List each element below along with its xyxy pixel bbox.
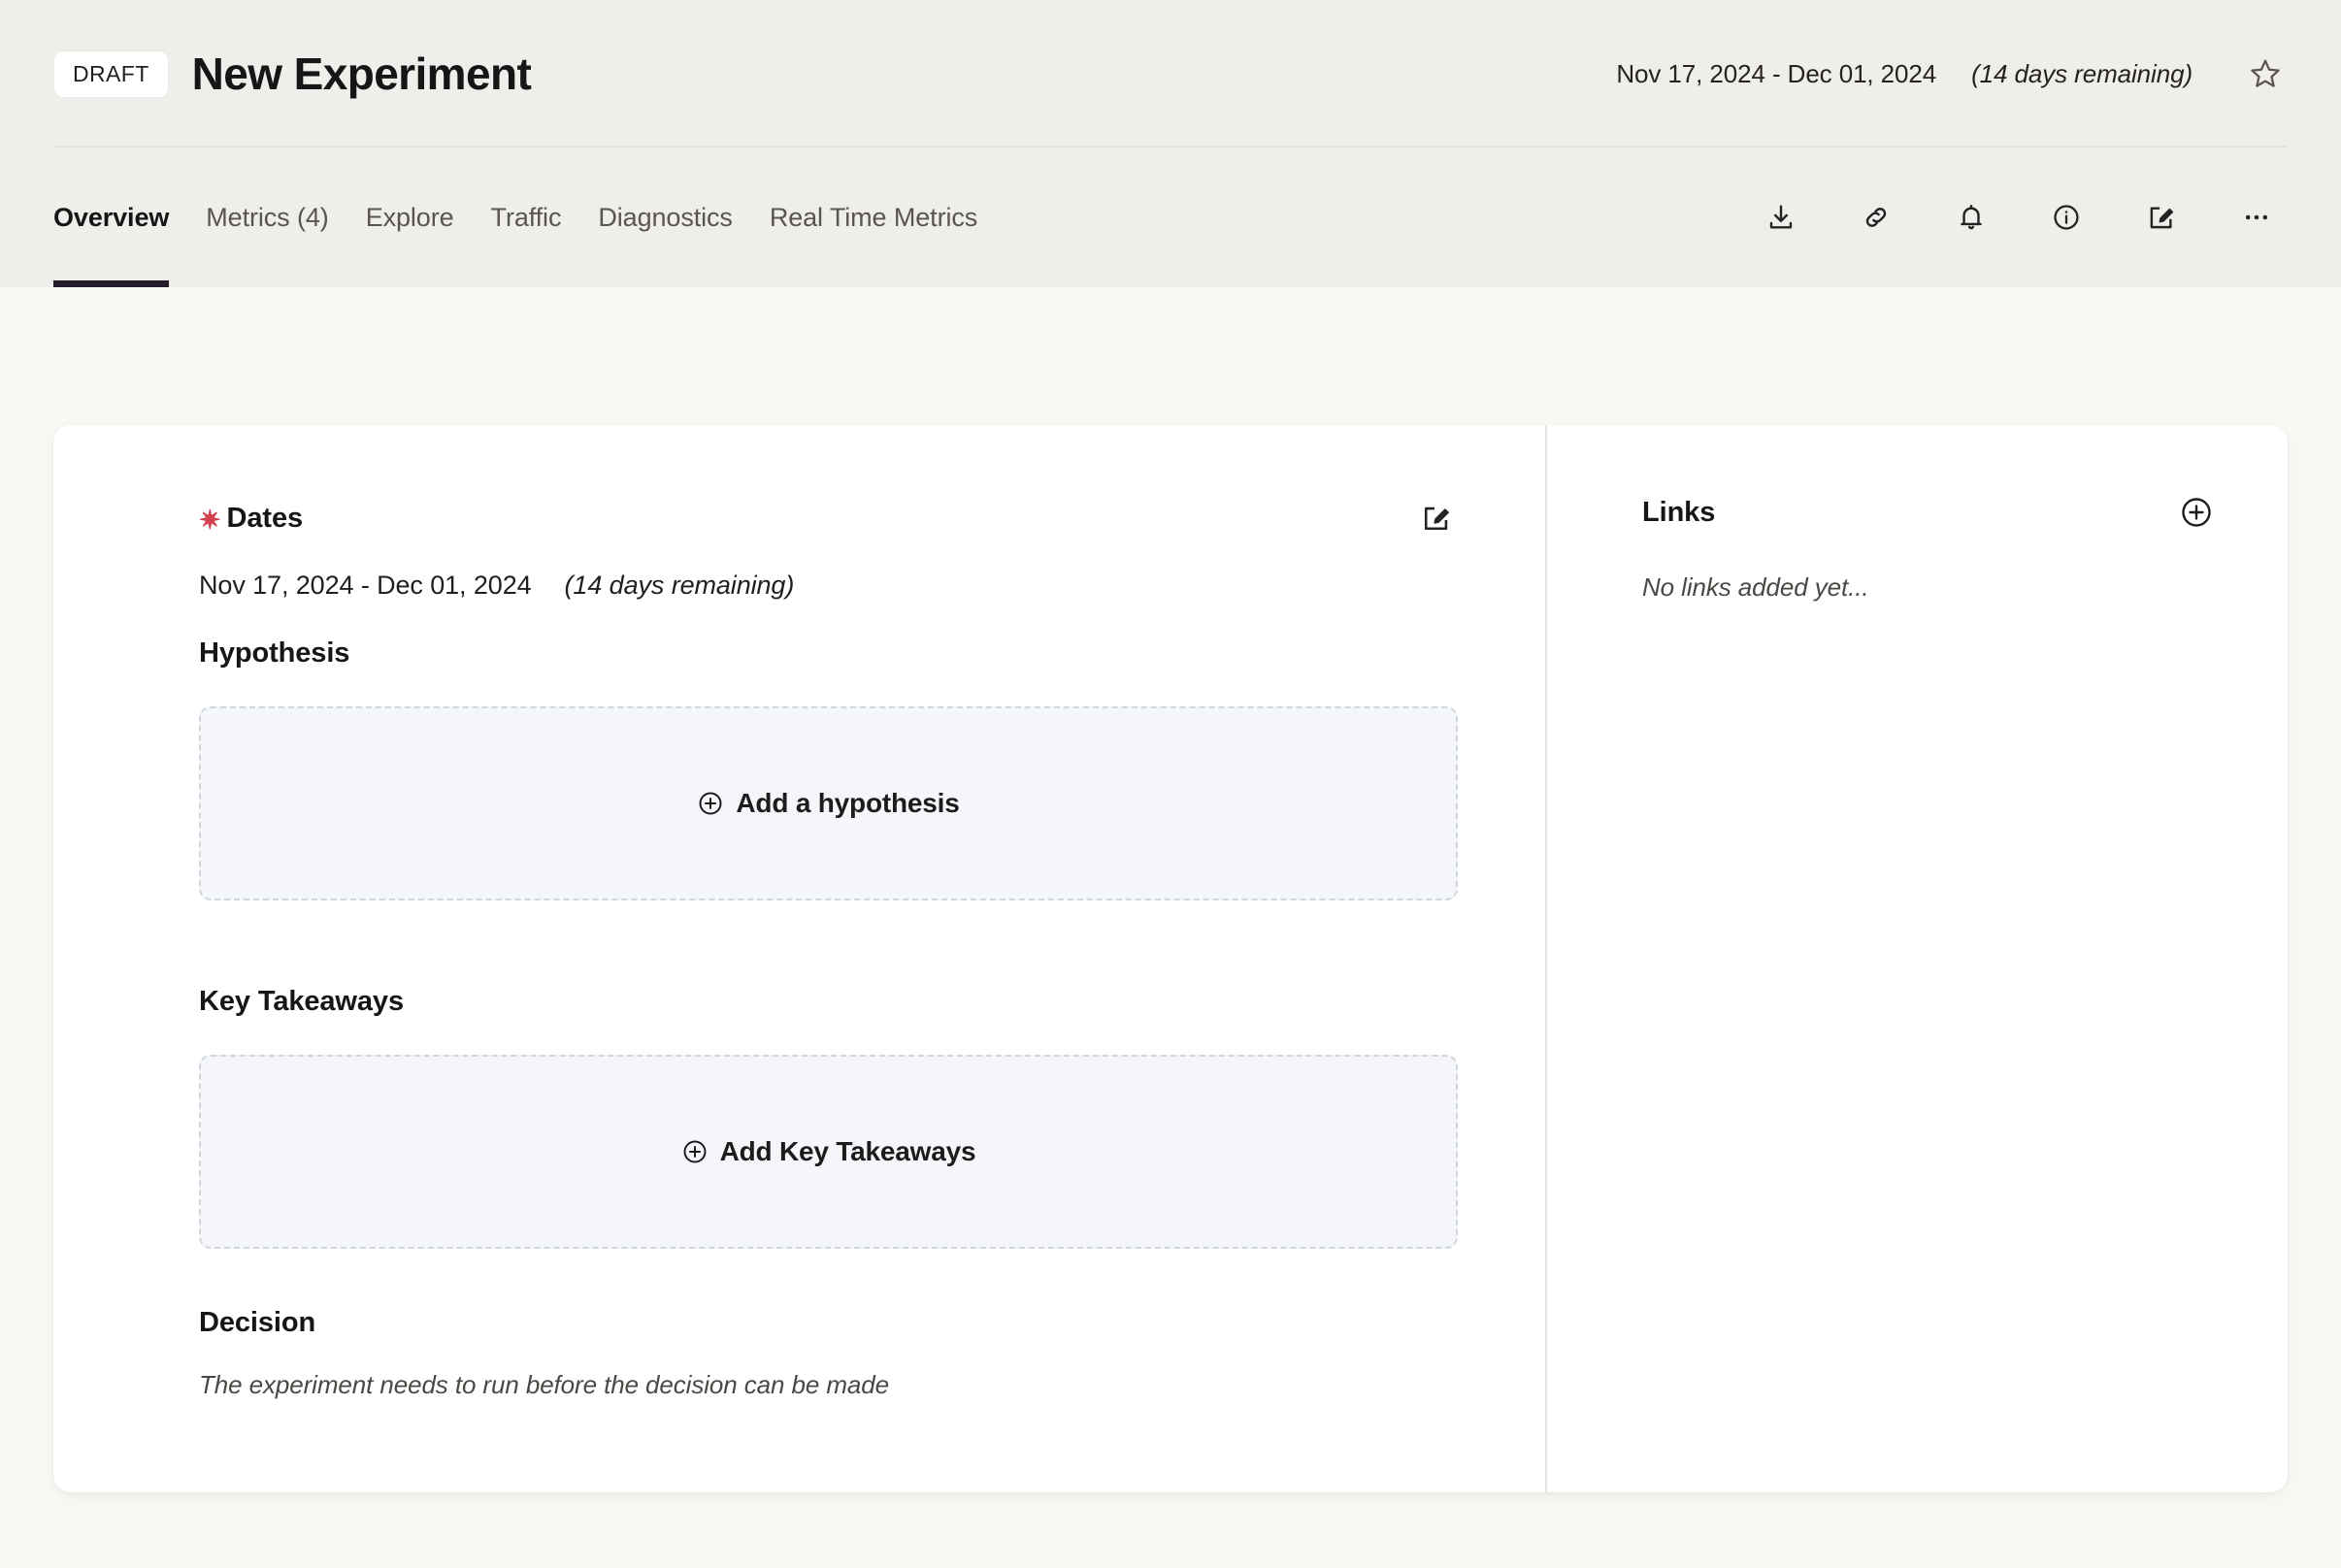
header-meta: Nov 17, 2024 - Dec 01, 2024 (14 days rem… — [1616, 51, 2288, 96]
bell-icon[interactable] — [1950, 196, 1993, 239]
add-hypothesis-button[interactable]: Add a hypothesis — [697, 788, 959, 819]
dates-section-header: ✷ Dates — [199, 497, 1458, 539]
decision-empty-text: The experiment needs to run before the d… — [199, 1370, 1458, 1400]
decision-heading: Decision — [199, 1307, 1458, 1339]
add-hypothesis-dropzone[interactable]: Add a hypothesis — [199, 706, 1458, 900]
tab-overview[interactable]: Overview — [53, 147, 187, 287]
dates-days-remaining: (14 days remaining) — [565, 571, 795, 601]
dates-value: Nov 17, 2024 - Dec 01, 2024 — [199, 571, 532, 601]
header-days-remaining: (14 days remaining) — [1971, 59, 2193, 89]
toolbar-actions — [1760, 196, 2288, 239]
links-panel: Links No links added yet... — [1547, 425, 2288, 1492]
tab-diagnostics[interactable]: Diagnostics — [579, 147, 750, 287]
download-icon[interactable] — [1760, 196, 1802, 239]
header-date-range: Nov 17, 2024 - Dec 01, 2024 — [1616, 59, 1936, 89]
links-panel-header: Links — [1642, 491, 2218, 534]
title-group: DRAFT New Experiment — [53, 50, 531, 98]
page-body: ✷ Dates Nov 17, 2024 - Dec 01, 2024 (14 … — [0, 287, 2341, 1492]
hypothesis-heading: Hypothesis — [199, 637, 1458, 670]
header-top-bar: DRAFT New Experiment Nov 17, 2024 - Dec … — [0, 0, 2341, 147]
add-link-icon[interactable] — [2175, 491, 2218, 534]
favorite-star-icon[interactable] — [2243, 51, 2288, 96]
required-asterisk-icon: ✷ — [199, 507, 221, 534]
edit-icon[interactable] — [2140, 196, 2183, 239]
add-key-takeaways-button[interactable]: Add Key Takeaways — [681, 1136, 976, 1167]
tab-bar: Overview Metrics (4) Explore Traffic Dia… — [0, 147, 2341, 287]
app-header: DRAFT New Experiment Nov 17, 2024 - Dec … — [0, 0, 2341, 287]
dates-label-text: Dates — [227, 503, 304, 535]
tab-real-time-metrics[interactable]: Real Time Metrics — [751, 147, 996, 287]
more-horizontal-icon[interactable] — [2235, 196, 2278, 239]
overview-details-panel: ✷ Dates Nov 17, 2024 - Dec 01, 2024 (14 … — [53, 425, 1547, 1492]
info-circle-icon[interactable] — [2045, 196, 2088, 239]
tab-metrics[interactable]: Metrics (4) — [187, 147, 346, 287]
dates-label: ✷ Dates — [199, 503, 303, 535]
link-icon[interactable] — [1855, 196, 1897, 239]
tab-traffic[interactable]: Traffic — [473, 147, 580, 287]
add-hypothesis-label: Add a hypothesis — [736, 788, 959, 819]
add-key-takeaways-dropzone[interactable]: Add Key Takeaways — [199, 1055, 1458, 1249]
overview-card: ✷ Dates Nov 17, 2024 - Dec 01, 2024 (14 … — [53, 425, 2288, 1492]
plus-circle-icon — [697, 790, 724, 817]
edit-dates-icon[interactable] — [1415, 497, 1458, 539]
page-title: New Experiment — [192, 50, 532, 97]
links-title: Links — [1642, 497, 1715, 529]
dates-value-row: Nov 17, 2024 - Dec 01, 2024 (14 days rem… — [199, 571, 1458, 601]
add-key-takeaways-label: Add Key Takeaways — [720, 1136, 976, 1167]
status-badge: DRAFT — [53, 50, 169, 98]
plus-circle-icon — [681, 1138, 709, 1165]
tab-explore[interactable]: Explore — [347, 147, 473, 287]
tab-list: Overview Metrics (4) Explore Traffic Dia… — [53, 147, 996, 287]
section-spacer — [199, 900, 1458, 949]
links-empty-text: No links added yet... — [1642, 572, 2218, 603]
key-takeaways-heading: Key Takeaways — [199, 986, 1458, 1018]
